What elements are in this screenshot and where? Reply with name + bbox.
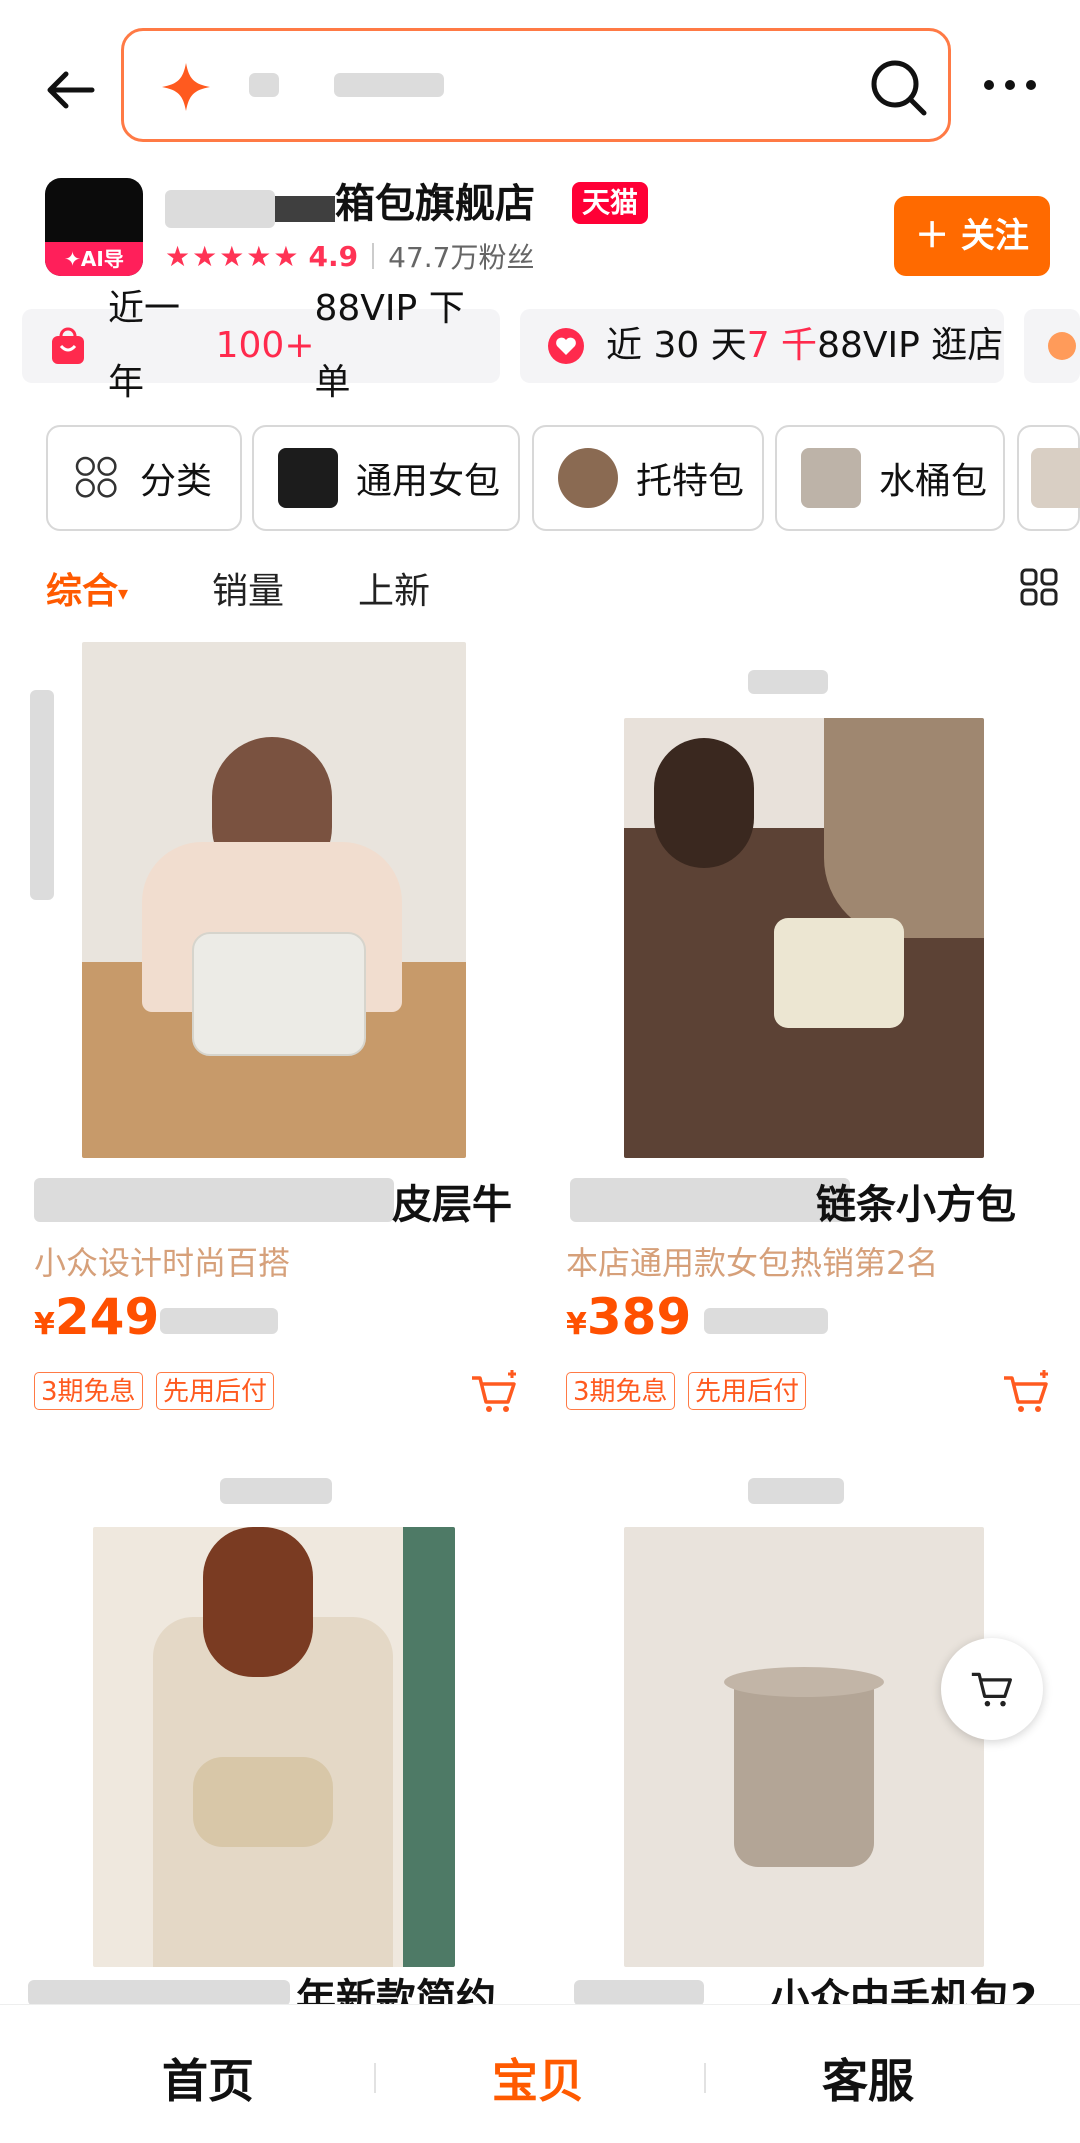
- nav-customer-service[interactable]: 客服: [822, 2045, 914, 2111]
- back-button[interactable]: [36, 55, 106, 125]
- tmall-badge: 天猫: [572, 182, 649, 224]
- category-chip-all[interactable]: 分类: [46, 425, 242, 531]
- redacted-text: [30, 690, 54, 900]
- add-to-cart-icon[interactable]: [1000, 1368, 1052, 1416]
- sort-label: 综合: [46, 571, 119, 612]
- vip-chip-prefix: 近 30 天: [606, 325, 747, 366]
- product-image[interactable]: [93, 1527, 455, 1967]
- category-chip-tote[interactable]: 托特包: [532, 425, 764, 531]
- product-title[interactable]: 皮层牛: [392, 1172, 512, 1230]
- arrow-left-icon: [47, 71, 95, 109]
- tag-pay-later: 先用后付: [156, 1372, 275, 1410]
- heart-badge-icon: [548, 328, 584, 364]
- store-rating-row: ★★★★★ 4.9 47.7万粉丝: [165, 236, 534, 276]
- nav-home[interactable]: 首页: [162, 2045, 254, 2111]
- category-grid-icon: [75, 456, 117, 498]
- redacted-text: [748, 670, 828, 694]
- store-name[interactable]: 箱包旗舰店: [335, 176, 535, 232]
- fans-count: 47.7万粉丝: [388, 241, 535, 274]
- redacted-title: [28, 1980, 290, 2006]
- divider: [372, 243, 375, 269]
- category-thumbnail: [558, 448, 618, 508]
- nav-items[interactable]: 宝贝: [492, 2045, 584, 2111]
- vip-chip-visits[interactable]: 近 30 天7 千 88VIP 逛店: [520, 309, 1004, 383]
- product-price: ¥249: [34, 1288, 159, 1346]
- category-label: 通用女包: [356, 461, 501, 502]
- follow-button[interactable]: ＋ 关注: [894, 196, 1050, 276]
- redacted-text: [249, 73, 279, 97]
- divider: [374, 2063, 376, 2093]
- redacted-store-name: [275, 196, 335, 222]
- tag-interest-free: 3期免息: [34, 1372, 143, 1410]
- vip-chip-orders[interactable]: 近一年 100+ 88VIP 下单: [22, 288, 500, 403]
- category-thumbnail: [278, 448, 338, 508]
- grid-view-icon[interactable]: [1020, 568, 1058, 606]
- sort-comprehensive[interactable]: 综合▾: [46, 562, 128, 614]
- store-rating: 4.9: [308, 239, 359, 273]
- promo-icon: [1048, 332, 1076, 360]
- divider: [704, 2063, 706, 2093]
- top-bar: [0, 0, 1080, 170]
- sort-bar: 综合▾ 销量 上新: [0, 562, 1080, 622]
- product-card[interactable]: 皮层牛 小众设计时尚百搭 ¥249 3期免息 先用后付: [0, 640, 520, 1430]
- rating-stars: ★★★★★: [165, 239, 301, 273]
- ai-guide-badge[interactable]: ✦AI导: [45, 242, 143, 276]
- search-bar[interactable]: [121, 28, 951, 142]
- vip-chip-suffix: 88VIP 逛店: [817, 325, 1004, 366]
- more-horizontal-icon[interactable]: [975, 60, 1045, 110]
- category-chip-more[interactable]: [1017, 425, 1080, 531]
- redacted-text: [704, 1308, 828, 1334]
- sort-sales[interactable]: 销量: [212, 562, 284, 614]
- redacted-text: [220, 1478, 332, 1504]
- product-image[interactable]: [624, 718, 984, 1158]
- cart-icon: [971, 1672, 1012, 1707]
- caret-down-icon: ▾: [118, 581, 129, 605]
- category-chip-bucket[interactable]: 水桶包: [775, 425, 1005, 531]
- search-icon[interactable]: [864, 53, 934, 123]
- bottom-navigation: 首页 宝贝 客服: [0, 2004, 1080, 2143]
- redacted-title: [34, 1178, 394, 1222]
- product-image[interactable]: [82, 642, 466, 1158]
- sparkle-icon: [162, 63, 210, 111]
- sort-new-arrivals[interactable]: 上新: [358, 562, 430, 614]
- category-label: 托特包: [636, 461, 745, 502]
- redacted-text: [160, 1308, 278, 1334]
- product-subtitle: 本店通用款女包热销第2名: [566, 1244, 939, 1282]
- tag-pay-later: 先用后付: [688, 1372, 807, 1410]
- currency-symbol: ¥: [34, 1307, 55, 1342]
- redacted-store-name: [165, 190, 275, 228]
- product-subtitle: 小众设计时尚百搭: [34, 1244, 291, 1282]
- category-thumbnail: [1031, 448, 1080, 508]
- redacted-text: [334, 73, 444, 97]
- floating-cart-button[interactable]: [941, 1638, 1043, 1740]
- vip-chip-suffix: 88VIP 下单: [314, 288, 465, 403]
- store-logo[interactable]: ✦AI导: [45, 178, 143, 276]
- redacted-text: [748, 1478, 844, 1504]
- category-thumbnail: [801, 448, 861, 508]
- shopping-bag-icon: [52, 327, 84, 364]
- product-card[interactable]: 链条小方包 本店通用款女包热销第2名 ¥389 3期免息 先用后付: [540, 640, 1060, 1430]
- vip-chip-highlight: 100+: [215, 325, 315, 366]
- currency-symbol: ¥: [566, 1307, 587, 1342]
- category-label: 水桶包: [879, 461, 988, 502]
- vip-chip-prefix: 近一年: [108, 288, 181, 403]
- vip-chip-more[interactable]: [1024, 309, 1080, 383]
- price-value: 389: [586, 1288, 692, 1346]
- vip-chip-highlight: 7 千: [746, 325, 818, 366]
- add-to-cart-icon[interactable]: [468, 1368, 520, 1416]
- category-label: 分类: [140, 461, 213, 502]
- price-value: 249: [54, 1288, 160, 1346]
- redacted-title: [570, 1178, 850, 1222]
- category-chip-womens-bags[interactable]: 通用女包: [252, 425, 520, 531]
- redacted-title: [574, 1980, 704, 2006]
- product-price: ¥389: [566, 1288, 691, 1346]
- tag-interest-free: 3期免息: [566, 1372, 675, 1410]
- product-image[interactable]: [624, 1527, 984, 1967]
- product-title[interactable]: 链条小方包: [816, 1172, 1016, 1230]
- product-card[interactable]: 年新款简约: [0, 1470, 520, 2022]
